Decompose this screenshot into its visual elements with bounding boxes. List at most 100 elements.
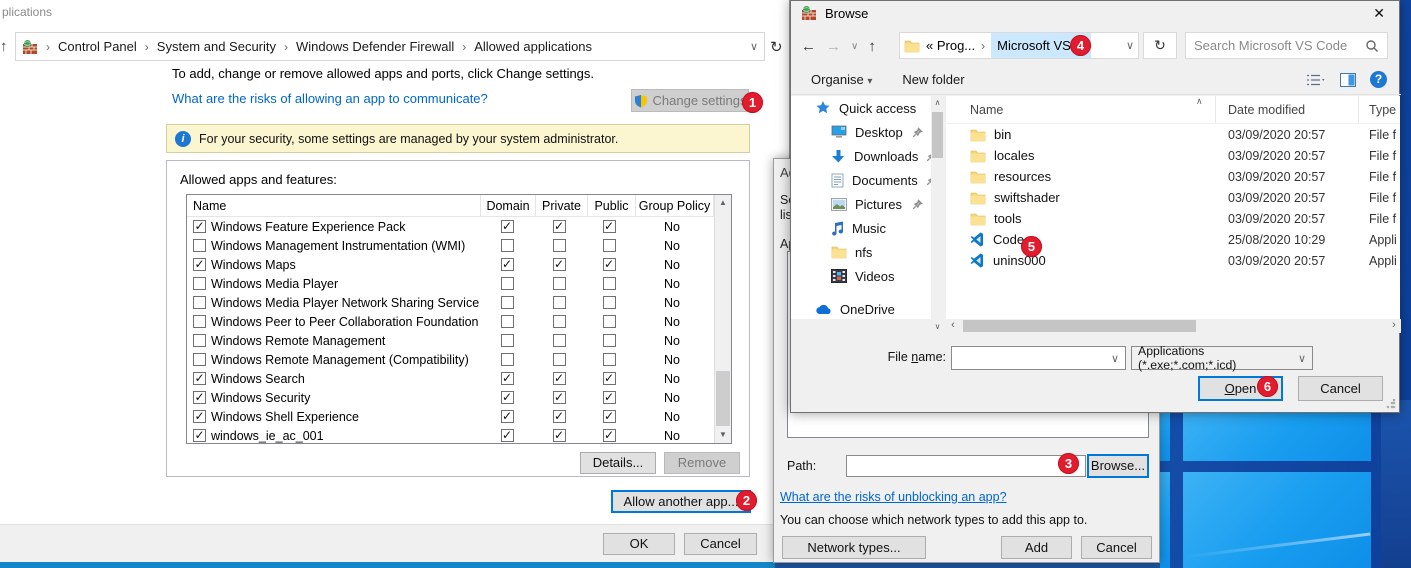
cancel-button[interactable]: Cancel: [1081, 536, 1152, 559]
checkbox[interactable]: [193, 353, 206, 366]
checkbox[interactable]: ✓: [193, 372, 206, 385]
views-icon[interactable]: [1306, 73, 1326, 87]
checkbox[interactable]: [603, 315, 616, 328]
risks-communicate-link[interactable]: What are the risks of allowing an app to…: [172, 91, 488, 106]
file-type-filter-dropdown[interactable]: Applications (*.exe;*.com;*.icd) ∨: [1131, 346, 1313, 370]
column-group-policy[interactable]: Group Policy: [636, 195, 714, 216]
sidebar-item-onedrive[interactable]: OneDrive: [791, 297, 931, 319]
checkbox[interactable]: [501, 239, 514, 252]
refresh-icon[interactable]: ↻: [1143, 32, 1177, 59]
new-folder-button[interactable]: New folder: [902, 72, 964, 87]
checkbox[interactable]: ✓: [603, 410, 616, 423]
file-row[interactable]: unins000 03/09/2020 20:57 Appli: [946, 250, 1400, 271]
checkbox[interactable]: [553, 315, 566, 328]
checkbox[interactable]: [603, 353, 616, 366]
table-row[interactable]: ✓Windows Maps ✓ ✓ ✓ No: [187, 255, 731, 274]
details-button[interactable]: Details...: [580, 452, 656, 474]
checkbox[interactable]: [553, 239, 566, 252]
checkbox[interactable]: [193, 296, 206, 309]
risks-unblocking-link[interactable]: What are the risks of unblocking an app?: [780, 490, 1007, 504]
checkbox[interactable]: ✓: [501, 410, 514, 423]
ok-button[interactable]: OK: [603, 533, 675, 555]
remove-button[interactable]: Remove: [664, 452, 740, 474]
scroll-left-icon[interactable]: ‹: [946, 319, 960, 333]
checkbox[interactable]: ✓: [501, 391, 514, 404]
checkbox[interactable]: ✓: [501, 220, 514, 233]
breadcrumb-defender-firewall[interactable]: Windows Defender Firewall: [296, 39, 454, 54]
nav-up-icon[interactable]: ↑: [0, 38, 8, 55]
forward-icon[interactable]: →: [826, 38, 841, 55]
apps-table-scrollbar[interactable]: ▲ ▼: [714, 195, 731, 443]
column-type[interactable]: Type: [1359, 103, 1396, 117]
checkbox[interactable]: ✓: [193, 429, 206, 442]
column-name[interactable]: Name: [946, 96, 1216, 123]
checkbox[interactable]: [501, 334, 514, 347]
browse-address-bar[interactable]: « Prog... › Microsoft VS ... ∨: [899, 32, 1139, 59]
table-row[interactable]: Windows Management Instrumentation (WMI)…: [187, 236, 731, 255]
breadcrumb-control-panel[interactable]: Control Panel: [58, 39, 137, 54]
resize-grip[interactable]: [1386, 399, 1396, 409]
checkbox[interactable]: [553, 334, 566, 347]
sidebar-item-documents[interactable]: Documents: [791, 168, 931, 192]
sidebar-item-desktop[interactable]: Desktop: [791, 120, 931, 144]
file-row[interactable]: resources 03/09/2020 20:57 File f: [946, 166, 1400, 187]
checkbox[interactable]: ✓: [501, 258, 514, 271]
checkbox[interactable]: ✓: [603, 391, 616, 404]
table-row[interactable]: ✓Windows Shell Experience ✓ ✓ ✓ No: [187, 407, 731, 426]
horizontal-scrollbar[interactable]: ‹ ›: [946, 319, 1401, 333]
path-input[interactable]: [846, 455, 1086, 477]
refresh-icon[interactable]: ↻: [770, 38, 783, 56]
sidebar-item-music[interactable]: Music: [791, 216, 931, 240]
address-dropdown-icon[interactable]: ∨: [750, 40, 758, 53]
scroll-up-icon[interactable]: ▲: [715, 195, 731, 211]
address-bar[interactable]: › Control Panel › System and Security › …: [15, 32, 765, 61]
organise-menu[interactable]: Organise ▾: [811, 72, 872, 87]
table-row[interactable]: Windows Remote Management (Compatibility…: [187, 350, 731, 369]
checkbox[interactable]: [193, 315, 206, 328]
checkbox[interactable]: ✓: [553, 391, 566, 404]
scroll-right-icon[interactable]: ›: [1387, 319, 1401, 333]
checkbox[interactable]: ✓: [553, 410, 566, 423]
checkbox[interactable]: ✓: [603, 429, 616, 442]
breadcrumb-system-security[interactable]: System and Security: [157, 39, 276, 54]
checkbox[interactable]: ✓: [603, 220, 616, 233]
table-row[interactable]: Windows Media Player Network Sharing Ser…: [187, 293, 731, 312]
breadcrumb-allowed-applications[interactable]: Allowed applications: [474, 39, 592, 54]
sidebar-item-nfs[interactable]: nfs: [791, 240, 931, 264]
close-icon[interactable]: ✕: [1373, 5, 1385, 22]
dropdown-icon[interactable]: ∨: [1111, 352, 1119, 365]
scroll-up-icon[interactable]: ∧: [931, 98, 944, 107]
checkbox[interactable]: ✓: [553, 220, 566, 233]
scroll-down-icon[interactable]: ▼: [715, 427, 731, 443]
help-icon[interactable]: ?: [1370, 71, 1387, 88]
file-row[interactable]: tools 03/09/2020 20:57 File f: [946, 208, 1400, 229]
column-date-modified[interactable]: Date modified: [1216, 96, 1359, 123]
checkbox[interactable]: [553, 353, 566, 366]
scrollbar-thumb[interactable]: [716, 371, 730, 426]
search-box[interactable]: Search Microsoft VS Code: [1185, 32, 1388, 59]
sidebar-item-quick-access[interactable]: Quick access: [791, 96, 931, 120]
address-segment-collapsed[interactable]: « Prog...: [926, 38, 975, 53]
file-row[interactable]: swiftshader 03/09/2020 20:57 File f: [946, 187, 1400, 208]
table-row[interactable]: ✓Windows Search ✓ ✓ ✓ No: [187, 369, 731, 388]
checkbox[interactable]: [193, 239, 206, 252]
table-row[interactable]: ✓windows_ie_ac_001 ✓ ✓ ✓ No: [187, 426, 731, 444]
scrollbar-thumb[interactable]: [963, 320, 1196, 332]
sidebar-item-videos[interactable]: Videos: [791, 264, 931, 288]
checkbox[interactable]: ✓: [193, 410, 206, 423]
address-dropdown-icon[interactable]: ∨: [1126, 39, 1134, 52]
checkbox[interactable]: ✓: [553, 429, 566, 442]
cancel-button[interactable]: Cancel: [1298, 376, 1383, 401]
browse-button[interactable]: Browse...: [1087, 454, 1149, 478]
checkbox[interactable]: [603, 239, 616, 252]
column-public[interactable]: Public: [588, 195, 636, 216]
history-dropdown-icon[interactable]: ∨: [851, 41, 858, 52]
table-row[interactable]: ✓Windows Security ✓ ✓ ✓ No: [187, 388, 731, 407]
network-types-button[interactable]: Network types...: [782, 536, 926, 559]
sidebar-item-pictures[interactable]: Pictures: [791, 192, 931, 216]
checkbox[interactable]: [501, 353, 514, 366]
file-name-input[interactable]: ∨: [951, 346, 1126, 370]
checkbox[interactable]: [501, 296, 514, 309]
checkbox[interactable]: [603, 334, 616, 347]
nav-pane-scrollbar[interactable]: ∧ ∨: [931, 96, 944, 333]
